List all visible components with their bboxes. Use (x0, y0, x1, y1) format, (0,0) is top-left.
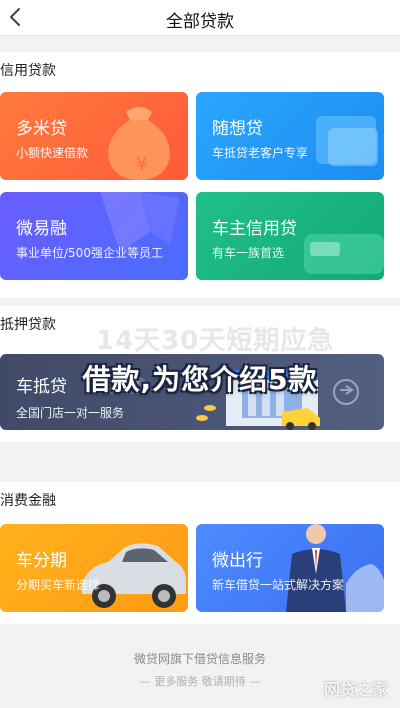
card-title: 多米贷 (16, 119, 67, 139)
nav-bar: 全部贷款 (0, 0, 400, 36)
loan-card-chezhu[interactable]: 车主信用贷 有车一族首选 (196, 192, 384, 280)
section-title-consumer: 消费金融 (0, 493, 56, 509)
briefcase-deco-icon (100, 192, 180, 252)
section-credit-loans: 信用贷款 ¥ 多米贷 小额快速借款 随想贷 车抵贷老客户专享 微易融 事业单位/… (0, 52, 400, 298)
card-subtitle: 全国门店一对一服务 (16, 406, 125, 420)
card-subtitle: 有车一族首选 (212, 246, 285, 260)
card-title: 车主信用贷 (212, 219, 297, 239)
card-subtitle: 分期买车新选择 (16, 578, 101, 592)
page-title: 全部贷款 (166, 12, 234, 32)
card-title: 微易融 (16, 219, 67, 239)
person-icon (286, 524, 384, 612)
overlay-ghost-text: 14天30天短期应急 (96, 326, 335, 356)
overlay-headline: 借款,为您介绍5款 (82, 363, 318, 396)
loan-card-chefenqi[interactable]: 车分期 分期买车新选择 (0, 524, 188, 612)
card-title: 随想贷 (212, 119, 263, 139)
svg-text:¥: ¥ (136, 154, 147, 175)
card-subtitle: 新车借贷一站式解决方案 (212, 578, 345, 592)
loan-card-weichuxing[interactable]: 微出行 新车借贷一站式解决方案 (196, 524, 384, 612)
loan-card-weiyi[interactable]: 微易融 事业单位/500强企业等员工 (0, 192, 188, 280)
section-consumer-finance: 消费金融 车分期 分期买车新选择 微出行 新车借贷一站式解决方案 (0, 482, 400, 624)
card-subtitle: 小额快速借款 (16, 146, 89, 160)
footer-text: 微贷网旗下借贷信息服务 (133, 652, 266, 666)
wallet-deco-icon (316, 116, 378, 166)
card-subtitle: 车抵贷老客户专享 (212, 146, 309, 160)
card-subtitle: 事业单位/500强企业等员工 (16, 246, 163, 260)
loan-card-duomi[interactable]: ¥ 多米贷 小额快速借款 (0, 92, 188, 180)
section-title-mortgage: 抵押贷款 (0, 317, 56, 333)
loan-card-suixiang[interactable]: 随想贷 车抵贷老客户专享 (196, 92, 384, 180)
car-icon (82, 543, 186, 608)
card-title: 车分期 (16, 551, 67, 571)
section-title-credit: 信用贷款 (0, 63, 56, 79)
car-deco-icon (304, 234, 384, 274)
card-title: 微出行 (212, 551, 263, 571)
watermark-logo: 网贷之家 (323, 680, 388, 699)
money-bag-icon: ¥ (108, 107, 170, 180)
